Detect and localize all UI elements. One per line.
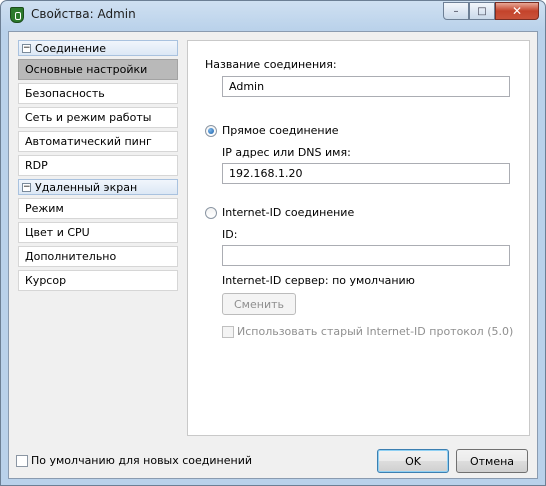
default-new-connections-checkbox[interactable]	[16, 455, 28, 467]
old-protocol-checkbox[interactable]	[222, 326, 234, 338]
group-connection-label: Соединение	[35, 41, 107, 55]
sidebar-item-security[interactable]: Безопасность	[18, 83, 178, 104]
title-bar[interactable]: Свойства: Admin – □ ✕	[1, 1, 545, 29]
window-title: Свойства: Admin	[31, 7, 136, 21]
sidebar-item-basic-settings[interactable]: Основные настройки	[18, 59, 178, 80]
collapse-icon[interactable]: −	[22, 43, 31, 53]
close-button[interactable]: ✕	[495, 2, 539, 20]
sidebar-item-mode[interactable]: Режим	[18, 198, 178, 219]
default-new-connections-label[interactable]: По умолчанию для новых соединений	[31, 454, 252, 467]
maximize-button[interactable]: □	[469, 2, 495, 20]
connection-name-label: Название соединения:	[205, 58, 337, 71]
old-protocol-label: Использовать старый Internet-ID протокол…	[237, 325, 514, 338]
sidebar-item-auto-ping[interactable]: Автоматический пинг	[18, 131, 178, 152]
sidebar-item-advanced[interactable]: Дополнительно	[18, 246, 178, 267]
ip-label: IP адрес или DNS имя:	[222, 146, 351, 159]
connection-name-input[interactable]: Admin	[222, 76, 510, 97]
collapse-icon[interactable]: −	[22, 182, 31, 192]
settings-panel: Название соединения: Admin Прямое соедин…	[187, 40, 530, 436]
direct-connection-label[interactable]: Прямое соединение	[222, 124, 339, 137]
id-label: ID:	[222, 228, 238, 241]
change-server-button[interactable]: Сменить	[222, 293, 296, 315]
internet-id-label[interactable]: Internet-ID соединение	[222, 206, 354, 219]
sidebar-item-rdp[interactable]: RDP	[18, 155, 178, 176]
shield-app-icon	[10, 7, 24, 23]
group-remote-screen-label: Удаленный экран	[35, 180, 138, 194]
dialog-window: Свойства: Admin – □ ✕ − Соединение Основ…	[0, 0, 546, 486]
ip-address-input[interactable]: 192.168.1.20	[222, 163, 510, 184]
minimize-button[interactable]: –	[443, 2, 469, 20]
sidebar-item-network-mode[interactable]: Сеть и режим работы	[18, 107, 178, 128]
group-remote-screen[interactable]: − Удаленный экран	[18, 179, 178, 195]
sidebar-item-color-cpu[interactable]: Цвет и CPU	[18, 222, 178, 243]
caption-buttons: – □ ✕	[443, 2, 539, 20]
group-connection[interactable]: − Соединение	[18, 40, 178, 56]
sidebar-item-cursor[interactable]: Курсор	[18, 270, 178, 291]
cancel-button[interactable]: Отмена	[456, 449, 528, 473]
dialog-client-area: − Соединение Основные настройки Безопасн…	[8, 31, 538, 479]
direct-connection-radio[interactable]	[205, 125, 217, 137]
internet-id-server-label: Internet-ID сервер: по умолчанию	[222, 274, 415, 287]
ok-button[interactable]: OK	[377, 449, 449, 473]
internet-id-radio[interactable]	[205, 207, 217, 219]
settings-sidebar: − Соединение Основные настройки Безопасн…	[18, 40, 178, 294]
id-input[interactable]	[222, 245, 510, 266]
